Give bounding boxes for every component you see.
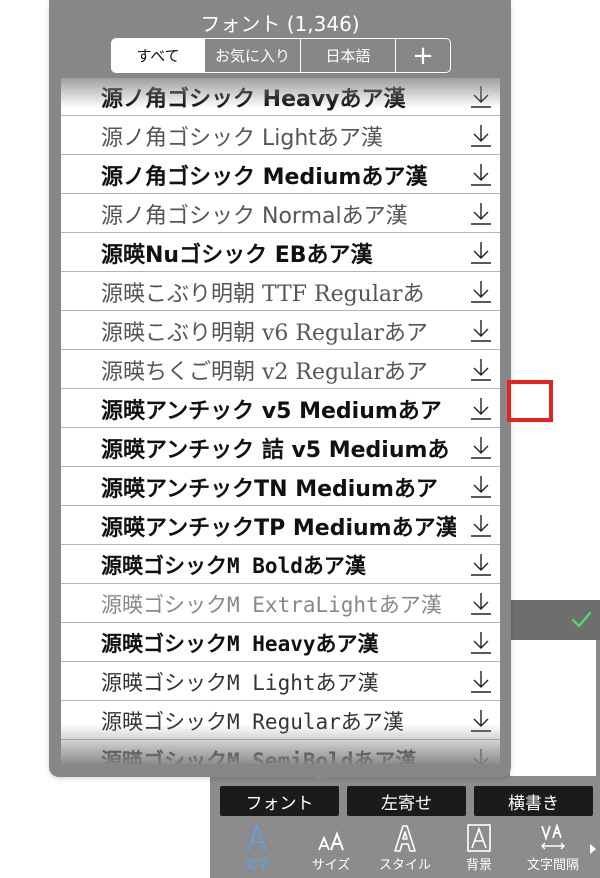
download-icon[interactable] xyxy=(468,357,494,383)
font-name-label: 源暎ゴシックM Heavyあア漢 xyxy=(101,632,379,656)
font-name-label: 源暎ゴシックM Boldあア漢 xyxy=(101,554,366,578)
font-name-label: 源ノ角ゴシック Lightあア漢 xyxy=(101,126,383,151)
background-panel-header xyxy=(510,600,600,640)
font-list-row[interactable]: 源暎ゴシックM SemiBoldあア漢 xyxy=(61,741,500,764)
tab-letter-spacing[interactable]: 文字間隔 xyxy=(516,822,590,878)
download-icon[interactable] xyxy=(468,162,494,188)
font-name-label: 源ノ角ゴシック Normalあア漢 xyxy=(101,204,408,229)
font-list-row[interactable]: 源暎ゴシックM Lightあア漢 xyxy=(61,663,500,701)
segment-japanese[interactable]: 日本語 xyxy=(301,39,396,72)
font-list-row[interactable]: 源暎Nuゴシック EBあア漢 xyxy=(61,234,500,272)
download-icon[interactable] xyxy=(468,318,494,344)
background-preview-area xyxy=(510,640,596,776)
tab-style-label: スタイル xyxy=(378,858,431,873)
download-icon[interactable] xyxy=(468,474,494,500)
font-name-label: 源暎ゴシックM Lightあア漢 xyxy=(101,671,379,695)
download-icon[interactable] xyxy=(468,240,494,266)
download-icon[interactable] xyxy=(468,591,494,617)
scroll-right-icon[interactable] xyxy=(590,844,596,854)
font-name-label: 源ノ角ゴシック Mediumあア漢 xyxy=(101,165,428,190)
font-name-label: 源暎ゴシックM Regularあア漢 xyxy=(101,710,404,734)
tab-size[interactable]: サイズ xyxy=(294,822,368,878)
font-filter-segmented-control: すべて お気に入り 日本語 + xyxy=(111,38,451,73)
checkmark-icon[interactable] xyxy=(570,608,592,630)
font-name-label: 源暎ちくご明朝 v2 Regularあア xyxy=(101,360,428,385)
font-list-row[interactable]: 源ノ角ゴシック Normalあア漢 xyxy=(61,195,500,233)
font-name-label: 源ノ角ゴシック Heavyあア漢 xyxy=(101,87,406,112)
download-icon[interactable] xyxy=(468,708,494,734)
tab-background-label: 背景 xyxy=(465,858,492,873)
download-icon[interactable] xyxy=(468,435,494,461)
font-name-label: 源暎こぶり明朝 v6 Regularあア xyxy=(101,321,428,346)
download-icon[interactable] xyxy=(468,123,494,149)
font-name-label: 源暎Nuゴシック EBあア漢 xyxy=(101,243,373,268)
download-icon[interactable] xyxy=(468,279,494,305)
download-icon[interactable] xyxy=(468,396,494,422)
tab-background[interactable]: 背景 xyxy=(442,822,516,878)
text-a-icon xyxy=(244,822,270,852)
download-icon[interactable] xyxy=(468,552,494,578)
text-toolbar: フォント 左寄せ 横書き 文字 サイズ スタイル 背景 文字間隔 xyxy=(210,778,600,878)
font-list-row[interactable]: 源暎ゴシックM Boldあア漢 xyxy=(61,546,500,584)
font-picker-popup: フォント (1,346) すべて お気に入り 日本語 + 源ノ角ゴシック Hea… xyxy=(49,0,553,784)
font-name-label: 源暎アンチック 詰 v5 Mediumあ xyxy=(101,438,450,463)
font-name-label: 源暎アンチックTP Mediumあア漢 xyxy=(101,516,456,541)
horizontal-writing-button[interactable]: 横書き xyxy=(474,786,593,816)
font-list-row[interactable]: 源暎アンチック v5 Mediumあア xyxy=(61,390,500,428)
font-list-row[interactable]: 源暎ちくご明朝 v2 Regularあア xyxy=(61,351,500,389)
font-name-label: 源暎ゴシックM SemiBoldあア漢 xyxy=(101,749,417,764)
toolbar-button-row: フォント 左寄せ 横書き xyxy=(220,786,593,816)
font-list-row[interactable]: 源暎こぶり明朝 TTF Regularあ xyxy=(61,273,500,311)
font-name-label: 源暎ゴシックM ExtraLightあア漢 xyxy=(101,593,442,617)
tab-text[interactable]: 文字 xyxy=(220,822,294,878)
font-list[interactable]: 源ノ角ゴシック Heavyあア漢 源ノ角ゴシック Lightあア漢 源ノ角ゴシック … xyxy=(61,78,500,764)
download-icon[interactable] xyxy=(468,84,494,110)
font-list-row[interactable]: 源暎こぶり明朝 v6 Regularあア xyxy=(61,312,500,350)
tab-text-label: 文字 xyxy=(243,858,270,873)
font-list-row[interactable]: 源暎アンチック 詰 v5 Mediumあ xyxy=(61,429,500,467)
font-list-row[interactable]: 源ノ角ゴシック Heavyあア漢 xyxy=(61,78,500,116)
align-left-button[interactable]: 左寄せ xyxy=(347,786,466,816)
font-list-row[interactable]: 源ノ角ゴシック Lightあア漢 xyxy=(61,117,500,155)
popup-pointer-arrow xyxy=(307,770,335,784)
tab-size-label: サイズ xyxy=(311,858,351,873)
font-name-label: 源暎アンチック v5 Mediumあア xyxy=(101,399,442,424)
boxed-a-icon xyxy=(467,822,491,852)
download-icon[interactable] xyxy=(468,630,494,656)
download-icon[interactable] xyxy=(468,513,494,539)
toolbar-icon-row: 文字 サイズ スタイル 背景 文字間隔 xyxy=(220,822,590,878)
font-name-label: 源暎こぶり明朝 TTF Regularあ xyxy=(101,282,425,307)
font-list-row[interactable]: 源暎アンチックTN Mediumあア xyxy=(61,468,500,506)
download-icon[interactable] xyxy=(468,669,494,695)
font-list-row[interactable]: 源暎ゴシックM Regularあア漢 xyxy=(61,702,500,740)
download-icon[interactable] xyxy=(468,747,494,764)
segment-favorites[interactable]: お気に入り xyxy=(205,39,301,72)
highlighted-download-button-box xyxy=(507,380,553,422)
font-list-row[interactable]: 源暎ゴシックM Heavyあア漢 xyxy=(61,624,500,662)
popup-title: フォント (1,346) xyxy=(200,12,360,36)
segment-all[interactable]: すべて xyxy=(112,39,205,72)
download-icon[interactable] xyxy=(468,201,494,227)
tab-style[interactable]: スタイル xyxy=(368,822,442,878)
outline-a-icon xyxy=(392,822,418,852)
font-list-row[interactable]: 源暎ゴシックM ExtraLightあア漢 xyxy=(61,585,500,623)
add-font-button[interactable]: + xyxy=(396,39,450,72)
tab-letter-spacing-label: 文字間隔 xyxy=(526,858,579,873)
letter-spacing-icon xyxy=(539,822,567,852)
font-list-row[interactable]: 源暎アンチックTP Mediumあア漢 xyxy=(61,507,500,545)
font-button[interactable]: フォント xyxy=(220,786,339,816)
font-name-label: 源暎アンチックTN Mediumあア xyxy=(101,477,438,502)
font-size-icon xyxy=(317,822,345,852)
font-list-row[interactable]: 源ノ角ゴシック Mediumあア漢 xyxy=(61,156,500,194)
